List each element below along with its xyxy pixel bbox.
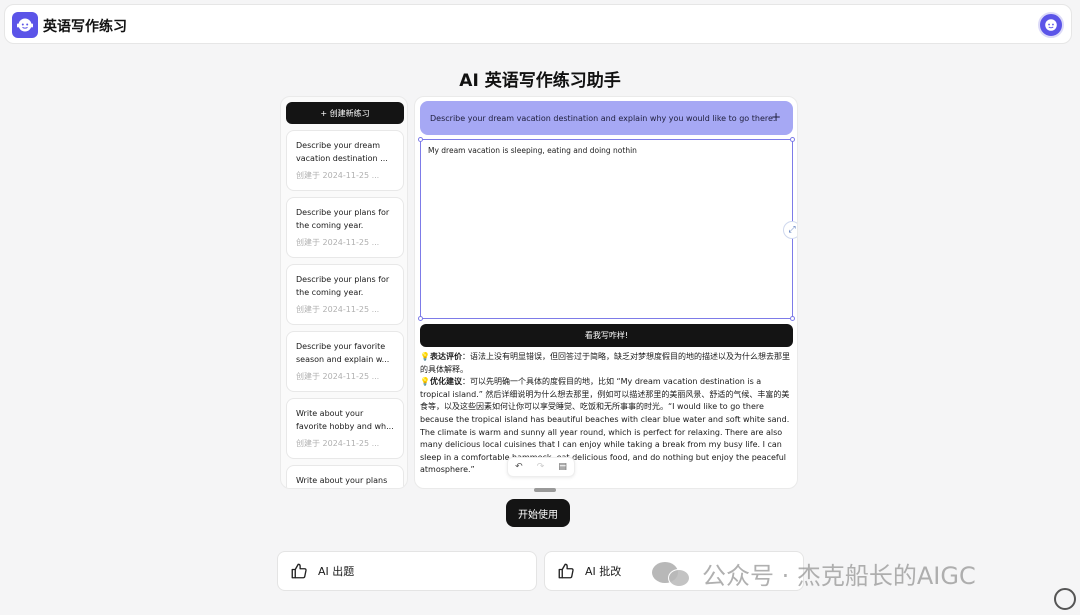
- drag-handle[interactable]: [534, 488, 556, 492]
- exercise-card-date: 创建于 2024-11-25 ...: [296, 305, 380, 314]
- essay-editor[interactable]: My dream vacation is sleeping, eating an…: [418, 137, 797, 321]
- exercise-card-date: 创建于 2024-11-25 ...: [296, 238, 380, 247]
- writing-prompt-text: Describe your dream vacation destination…: [430, 113, 776, 123]
- exercise-card-title: Describe your dream vacation destination…: [296, 141, 388, 163]
- exercise-card[interactable]: Describe your plans for the coming year.…: [286, 197, 404, 258]
- exercise-card[interactable]: Describe your favorite season and explai…: [286, 331, 404, 392]
- top-bar: 英语写作练习: [4, 4, 1072, 44]
- page-title: AI 英语写作练习助手: [459, 71, 621, 91]
- redo-icon[interactable]: ↷: [537, 462, 545, 472]
- exercise-card-title: Describe your favorite season and explai…: [296, 342, 390, 364]
- wechat-icon: [652, 559, 692, 589]
- create-exercise-button[interactable]: + 创建新练习: [286, 102, 404, 124]
- floating-toolbar: ↶ ↷ ▤: [507, 457, 575, 477]
- exercise-card[interactable]: Describe your dream vacation destination…: [286, 130, 404, 191]
- exercise-card-date: 创建于 2024-11-25 ...: [296, 372, 380, 381]
- resize-handle[interactable]: [418, 316, 423, 321]
- exercise-card-date: 创建于 2024-11-25 ...: [296, 439, 380, 448]
- get-started-button[interactable]: 开始使用: [506, 499, 570, 527]
- lightbulb-icon: 💡: [420, 352, 430, 361]
- writing-prompt[interactable]: Describe your dream vacation destination…: [420, 101, 793, 135]
- exercise-sidebar: + 创建新练习 Describe your dream vacation des…: [280, 96, 408, 489]
- resize-handle[interactable]: [790, 137, 795, 142]
- thumbs-up-icon: [558, 563, 574, 579]
- exercise-card-title: Write about your plans for the coming...: [296, 476, 388, 485]
- evaluation-text: ：语法上没有明显错误，但回答过于简略，缺乏对梦想度假目的地的描述以及为什么想去那…: [420, 352, 790, 374]
- exercise-card[interactable]: Write about your favorite hobby and wh..…: [286, 398, 404, 459]
- exercise-card-date: 创建于 2024-11-25 ...: [296, 171, 380, 180]
- suggestion-label: 优化建议: [429, 377, 462, 387]
- thumbs-up-icon: [291, 563, 307, 579]
- feature-card-label: AI 出题: [318, 565, 355, 578]
- writing-panel: Describe your dream vacation destination…: [414, 96, 798, 489]
- feature-card-generate[interactable]: AI 出题: [277, 551, 537, 591]
- resize-handle[interactable]: [418, 137, 423, 142]
- exercise-card-title: Describe your plans for the coming year.: [296, 275, 390, 297]
- lightbulb-icon: 💡: [420, 377, 430, 387]
- exercise-card-title: Describe your plans for the coming year.: [296, 208, 390, 230]
- evaluation-label: 表达评价: [429, 352, 462, 361]
- exercise-card[interactable]: Write about your plans for the coming...: [286, 465, 404, 488]
- corner-circle-icon[interactable]: [1054, 588, 1076, 610]
- expand-icon[interactable]: ⤢: [783, 221, 797, 239]
- feature-card-label: AI 批改: [585, 565, 622, 578]
- assistant-face-icon[interactable]: [12, 12, 38, 38]
- undo-icon[interactable]: ↶: [515, 462, 523, 472]
- exercise-card[interactable]: Describe your plans for the coming year.…: [286, 264, 404, 325]
- app-title: 英语写作练习: [43, 19, 127, 35]
- watermark: 公众号 · 杰克船长的AIGC: [652, 556, 976, 591]
- user-avatar-icon[interactable]: [1038, 12, 1064, 38]
- submit-essay-button[interactable]: 看我写咋样!: [420, 324, 793, 347]
- ai-feedback: 💡表达评价：语法上没有明显错误，但回答过于简略，缺乏对梦想度假目的地的描述以及为…: [420, 351, 793, 477]
- exercise-card-title: Write about your favorite hobby and wh..…: [296, 409, 394, 431]
- add-prompt-icon[interactable]: +: [771, 110, 781, 124]
- suggestion-text: ：可以先明确一个具体的度假目的地，比如 “My dream vacation d…: [420, 377, 790, 475]
- essay-text[interactable]: My dream vacation is sleeping, eating an…: [428, 146, 637, 155]
- document-icon[interactable]: ▤: [558, 462, 567, 472]
- resize-handle[interactable]: [790, 316, 795, 321]
- watermark-text: 公众号 · 杰克船长的AIGC: [702, 562, 976, 590]
